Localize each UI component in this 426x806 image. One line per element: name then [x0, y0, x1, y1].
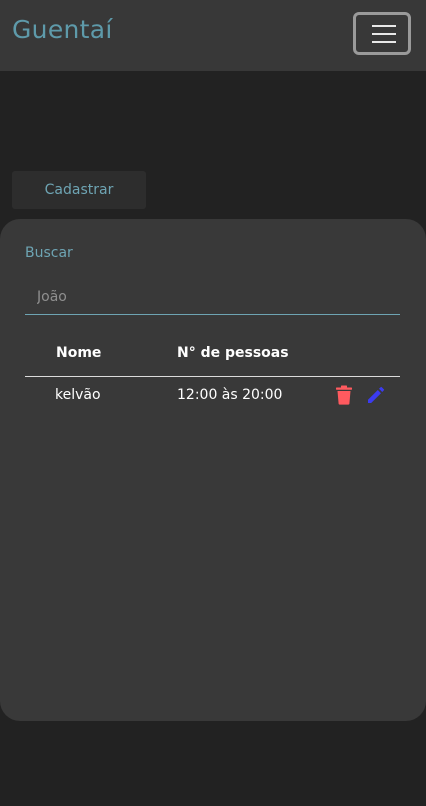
- list-card: Buscar Nome N° de pessoas kelvão 12:00 à…: [0, 219, 426, 721]
- delete-button[interactable]: [335, 385, 355, 405]
- search-label: Buscar: [25, 245, 73, 261]
- column-header-name: Nome: [56, 345, 102, 361]
- hamburger-icon: [372, 25, 396, 27]
- row-time: 12:00 às 20:00: [177, 387, 283, 403]
- brand-logo[interactable]: Guentaí: [12, 15, 113, 44]
- hamburger-icon-bar: [372, 33, 396, 35]
- register-button[interactable]: Cadastrar: [12, 171, 146, 209]
- trash-icon: [336, 385, 352, 405]
- hamburger-icon-bar: [372, 41, 396, 43]
- column-header-people: N° de pessoas: [177, 345, 289, 361]
- search-input[interactable]: [25, 279, 400, 315]
- row-name: kelvão: [55, 387, 101, 403]
- table-header-divider: [25, 376, 400, 377]
- edit-button[interactable]: [366, 385, 386, 405]
- menu-toggle-button[interactable]: [353, 12, 411, 55]
- navbar: Guentaí: [0, 0, 426, 71]
- pencil-icon: [368, 386, 385, 403]
